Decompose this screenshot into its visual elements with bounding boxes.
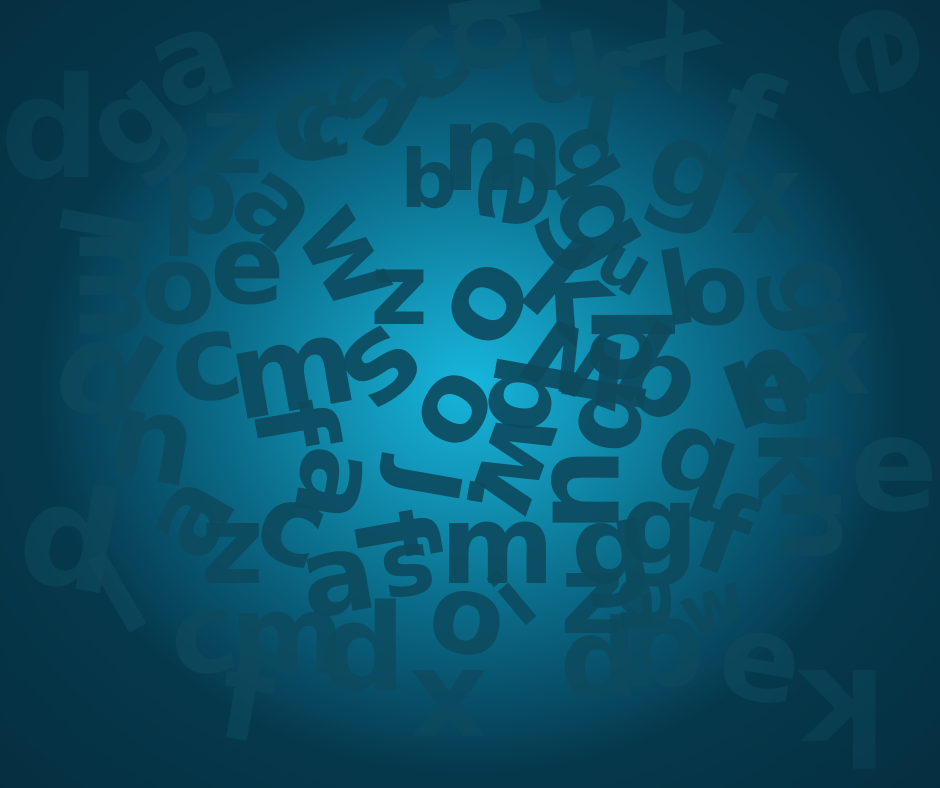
scattered-letter-k: k xyxy=(800,639,887,788)
scattered-letters-background: azcscbufxedgcjmqgflpawbezgxmoeokulongdcm… xyxy=(0,0,940,788)
scattered-letter-n: n xyxy=(755,485,884,565)
scattered-letter-d: d xyxy=(320,580,406,719)
scattered-letter-q: q xyxy=(620,591,706,730)
scattered-letter-e: e xyxy=(799,0,940,111)
scattered-letter-x: x xyxy=(410,641,488,780)
